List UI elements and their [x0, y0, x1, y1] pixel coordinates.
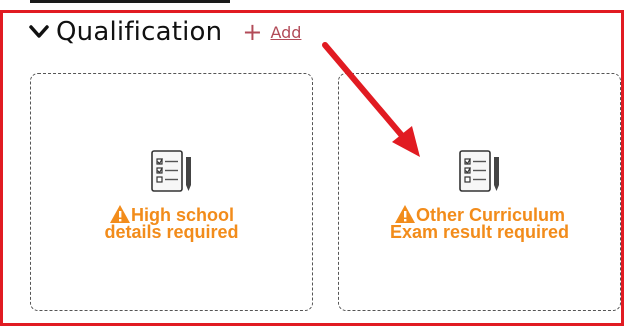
message-line-2: Exam result required — [389, 222, 570, 242]
top-divider — [30, 0, 230, 3]
message-line-2: details required — [104, 222, 239, 242]
high-school-required-message: High school details required — [31, 204, 312, 242]
document-checklist-icon — [150, 150, 191, 192]
section-collapse-toggle[interactable]: Qualification — [28, 17, 222, 47]
plus-icon: + — [242, 18, 263, 46]
add-link-label: Add — [270, 22, 302, 42]
other-curriculum-required-message: Other Curriculum Exam result required — [339, 204, 620, 242]
section-title: Qualification — [56, 17, 223, 47]
warning-icon — [394, 205, 415, 223]
qualification-card-high-school[interactable]: High school details required — [30, 73, 313, 311]
section-header: Qualification + Add — [28, 14, 301, 50]
chevron-down-icon — [29, 25, 49, 38]
document-checklist-icon — [458, 150, 499, 192]
qualification-card-other-curriculum[interactable]: Other Curriculum Exam result required — [338, 73, 621, 311]
add-qualification-link[interactable]: + Add — [242, 20, 301, 44]
warning-icon — [110, 205, 130, 223]
